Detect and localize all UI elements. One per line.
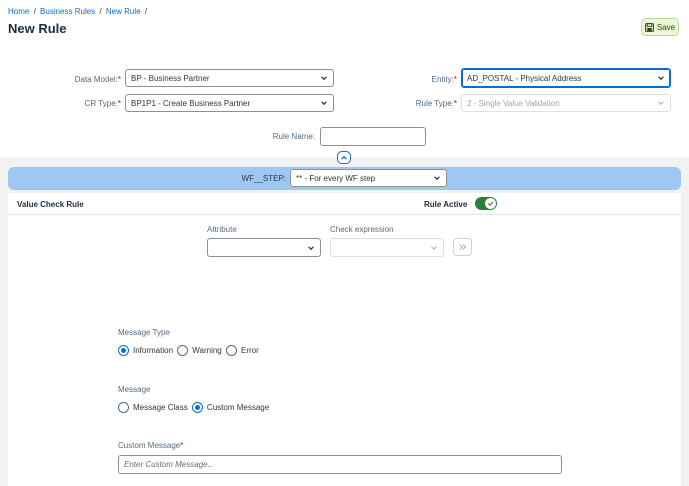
data-model-label: Data Model:* (74, 75, 121, 84)
apply-expression-button[interactable] (453, 238, 472, 256)
collapse-header-button[interactable] (337, 151, 351, 164)
message-label: Message (118, 385, 151, 394)
chevron-down-icon (658, 101, 664, 105)
breadcrumb-home-link[interactable]: Home (8, 7, 29, 16)
attribute-label: Attribute (207, 225, 237, 234)
chevron-down-icon (434, 176, 440, 181)
panel-header (8, 193, 681, 215)
wf-step-value: ** - For every WF step (296, 173, 376, 183)
check-icon (488, 201, 494, 207)
required-mark: * (117, 99, 121, 108)
entity-select[interactable]: AD_POSTAL - Physical Address (461, 68, 671, 88)
cr-type-select[interactable]: BP1P1 - Create Business Partner (125, 94, 334, 112)
cr-type-value: BP1P1 - Create Business Partner (131, 98, 251, 108)
double-chevron-right-icon (458, 244, 466, 250)
entity-label: Entity:* (431, 75, 457, 84)
radio-message-class[interactable] (118, 402, 129, 413)
chevron-down-icon (308, 245, 314, 250)
chevron-down-icon (321, 101, 327, 106)
rule-active-label: Rule Active (424, 200, 468, 209)
breadcrumb-separator: / (99, 7, 102, 16)
page-title: New Rule (8, 21, 67, 36)
cr-type-label: CR Type:* (84, 99, 121, 108)
check-expression-label: Check expression (330, 225, 394, 234)
data-model-select[interactable]: BP - Business Partner (125, 69, 334, 87)
radio-message-class-label: Message Class (133, 403, 188, 412)
radio-information-label: Information (133, 346, 174, 355)
rule-type-select: 2 - Single Value Validation (461, 94, 671, 112)
save-button[interactable]: Save (641, 18, 679, 36)
entity-value: AD_POSTAL - Physical Address (467, 73, 582, 83)
breadcrumb-new-rule-link[interactable]: New Rule (106, 7, 141, 16)
chevron-down-icon (431, 245, 437, 250)
required-mark: * (117, 75, 121, 84)
rule-type-label: Rule Type:* (415, 99, 457, 108)
radio-error-label: Error (241, 346, 259, 355)
radio-warning-label: Warning (192, 346, 222, 355)
check-expression-select (330, 238, 444, 257)
custom-message-placeholder: Enter Custom Message... (124, 460, 215, 469)
message-group: Message Class Custom Message (118, 402, 271, 413)
save-icon (644, 22, 654, 32)
save-button-label: Save (656, 22, 676, 32)
radio-error[interactable] (226, 345, 237, 356)
required-mark: * (453, 99, 457, 108)
message-type-group: Information Warning Error (118, 345, 261, 356)
rule-name-label: Rule Name: (272, 132, 315, 141)
radio-custom-message-label: Custom Message (206, 403, 270, 412)
panel-title: Value Check Rule (17, 200, 84, 209)
wf-step-select[interactable]: ** - For every WF step (290, 169, 447, 187)
radio-custom-message[interactable] (191, 402, 203, 413)
chevron-down-icon (658, 76, 664, 81)
required-mark: * (453, 75, 457, 84)
message-type-label: Message Type (118, 328, 170, 337)
custom-message-label: Custom Message* (118, 441, 184, 450)
toggle-knob (485, 198, 496, 209)
chevron-down-icon (321, 76, 327, 81)
radio-information[interactable] (118, 345, 129, 356)
data-model-value: BP - Business Partner (131, 73, 210, 83)
rule-type-value: 2 - Single Value Validation (467, 98, 560, 108)
breadcrumb: Home / Business Rules / New Rule / (8, 7, 149, 16)
breadcrumb-business-rules-link[interactable]: Business Rules (40, 7, 95, 16)
rule-active-toggle[interactable] (475, 197, 497, 210)
custom-message-input[interactable]: Enter Custom Message... (118, 455, 562, 474)
attribute-select[interactable] (207, 238, 321, 257)
wf-step-label: WF__STEP: (241, 174, 286, 183)
required-mark: * (180, 441, 184, 450)
value-check-rule-panel (8, 193, 681, 486)
rule-name-input[interactable] (320, 127, 426, 146)
breadcrumb-separator: / (144, 7, 148, 16)
radio-warning[interactable] (177, 345, 189, 356)
breadcrumb-separator: / (33, 7, 36, 16)
chevron-up-icon (341, 155, 347, 160)
